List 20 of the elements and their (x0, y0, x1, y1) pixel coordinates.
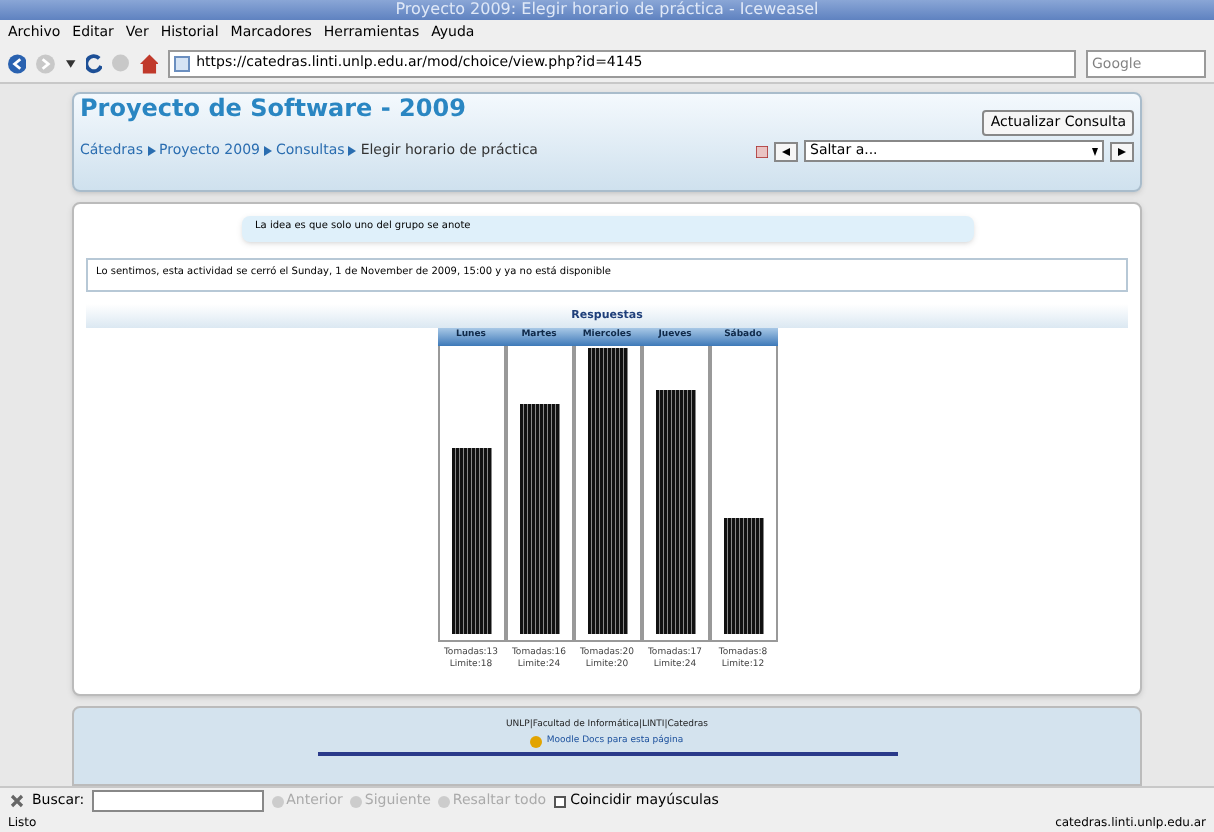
left-arrow-icon (782, 147, 790, 155)
find-field[interactable] (92, 790, 265, 812)
next-button[interactable] (1110, 141, 1134, 161)
home-icon[interactable] (139, 53, 159, 73)
previous-button[interactable] (774, 141, 798, 161)
breadcrumb-arrow-icon (348, 146, 357, 156)
info-icon (530, 735, 543, 748)
back-icon[interactable] (8, 53, 27, 73)
breadcrumb-arrow-icon (263, 146, 272, 156)
match-case-checkbox[interactable] (554, 795, 567, 807)
caret-icon[interactable] (65, 59, 76, 67)
breadcrumb-arrow-icon (147, 146, 155, 156)
caret-icon (1092, 147, 1098, 155)
site-title: Proyecto de Software - 2009 (80, 96, 468, 120)
window-title: Proyecto 2009: Elegir horario de práctica - Iceweasel (395, 2, 819, 18)
page-icon (174, 55, 191, 71)
mini-grid-icon (756, 145, 768, 157)
close-icon[interactable] (10, 794, 24, 808)
reload-icon[interactable] (85, 53, 103, 73)
right-arrow-icon (1118, 147, 1126, 155)
